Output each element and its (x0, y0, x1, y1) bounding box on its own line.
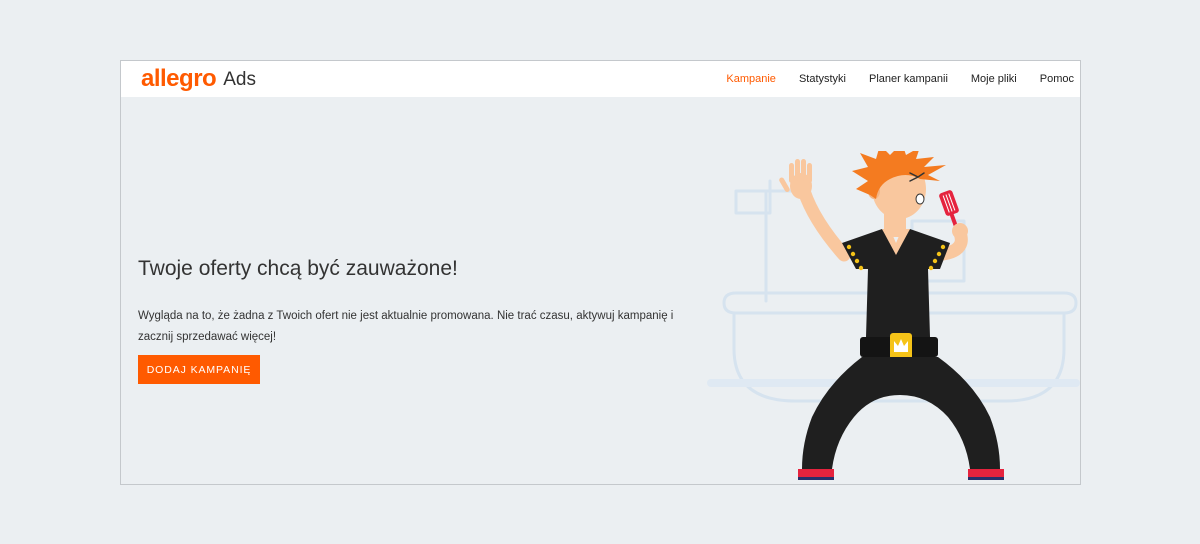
singing-mouth (915, 193, 925, 205)
raised-arm (797, 184, 851, 262)
singing-rocker-illustration (707, 151, 1080, 480)
mic-hand (952, 223, 968, 239)
raised-hand (779, 159, 812, 199)
empty-state-description: Wygląda na to, że żadna z Twoich ofert n… (138, 310, 674, 343)
logo-brand: allegro (141, 65, 217, 92)
nav-item-planer-kampanii[interactable]: Planer kampanii (869, 73, 948, 85)
add-campaign-button[interactable]: DODAJ KAMPANIĘ (138, 355, 260, 384)
right-shoe-sole (968, 477, 1004, 480)
left-shoe-sole (798, 477, 834, 480)
nav-item-kampanie[interactable]: Kampanie (726, 73, 776, 85)
app-window: allegro Ads Kampanie Statystyki Planer k… (120, 60, 1081, 485)
allegro-ads-logo[interactable]: allegro Ads (141, 63, 256, 95)
nav-item-statystyki[interactable]: Statystyki (799, 73, 846, 85)
jumpsuit-legs (802, 357, 1000, 469)
top-navigation-bar: allegro Ads Kampanie Statystyki Planer k… (121, 61, 1080, 97)
main-nav: Kampanie Statystyki Planer kampanii Moje… (703, 61, 1074, 97)
nav-item-pomoc[interactable]: Pomoc (1040, 73, 1074, 85)
logo-product: Ads (223, 68, 256, 90)
page-headline: Twoje oferty chcą być zauważone! (138, 257, 458, 280)
nav-item-moje-pliki[interactable]: Moje pliki (971, 73, 1017, 85)
